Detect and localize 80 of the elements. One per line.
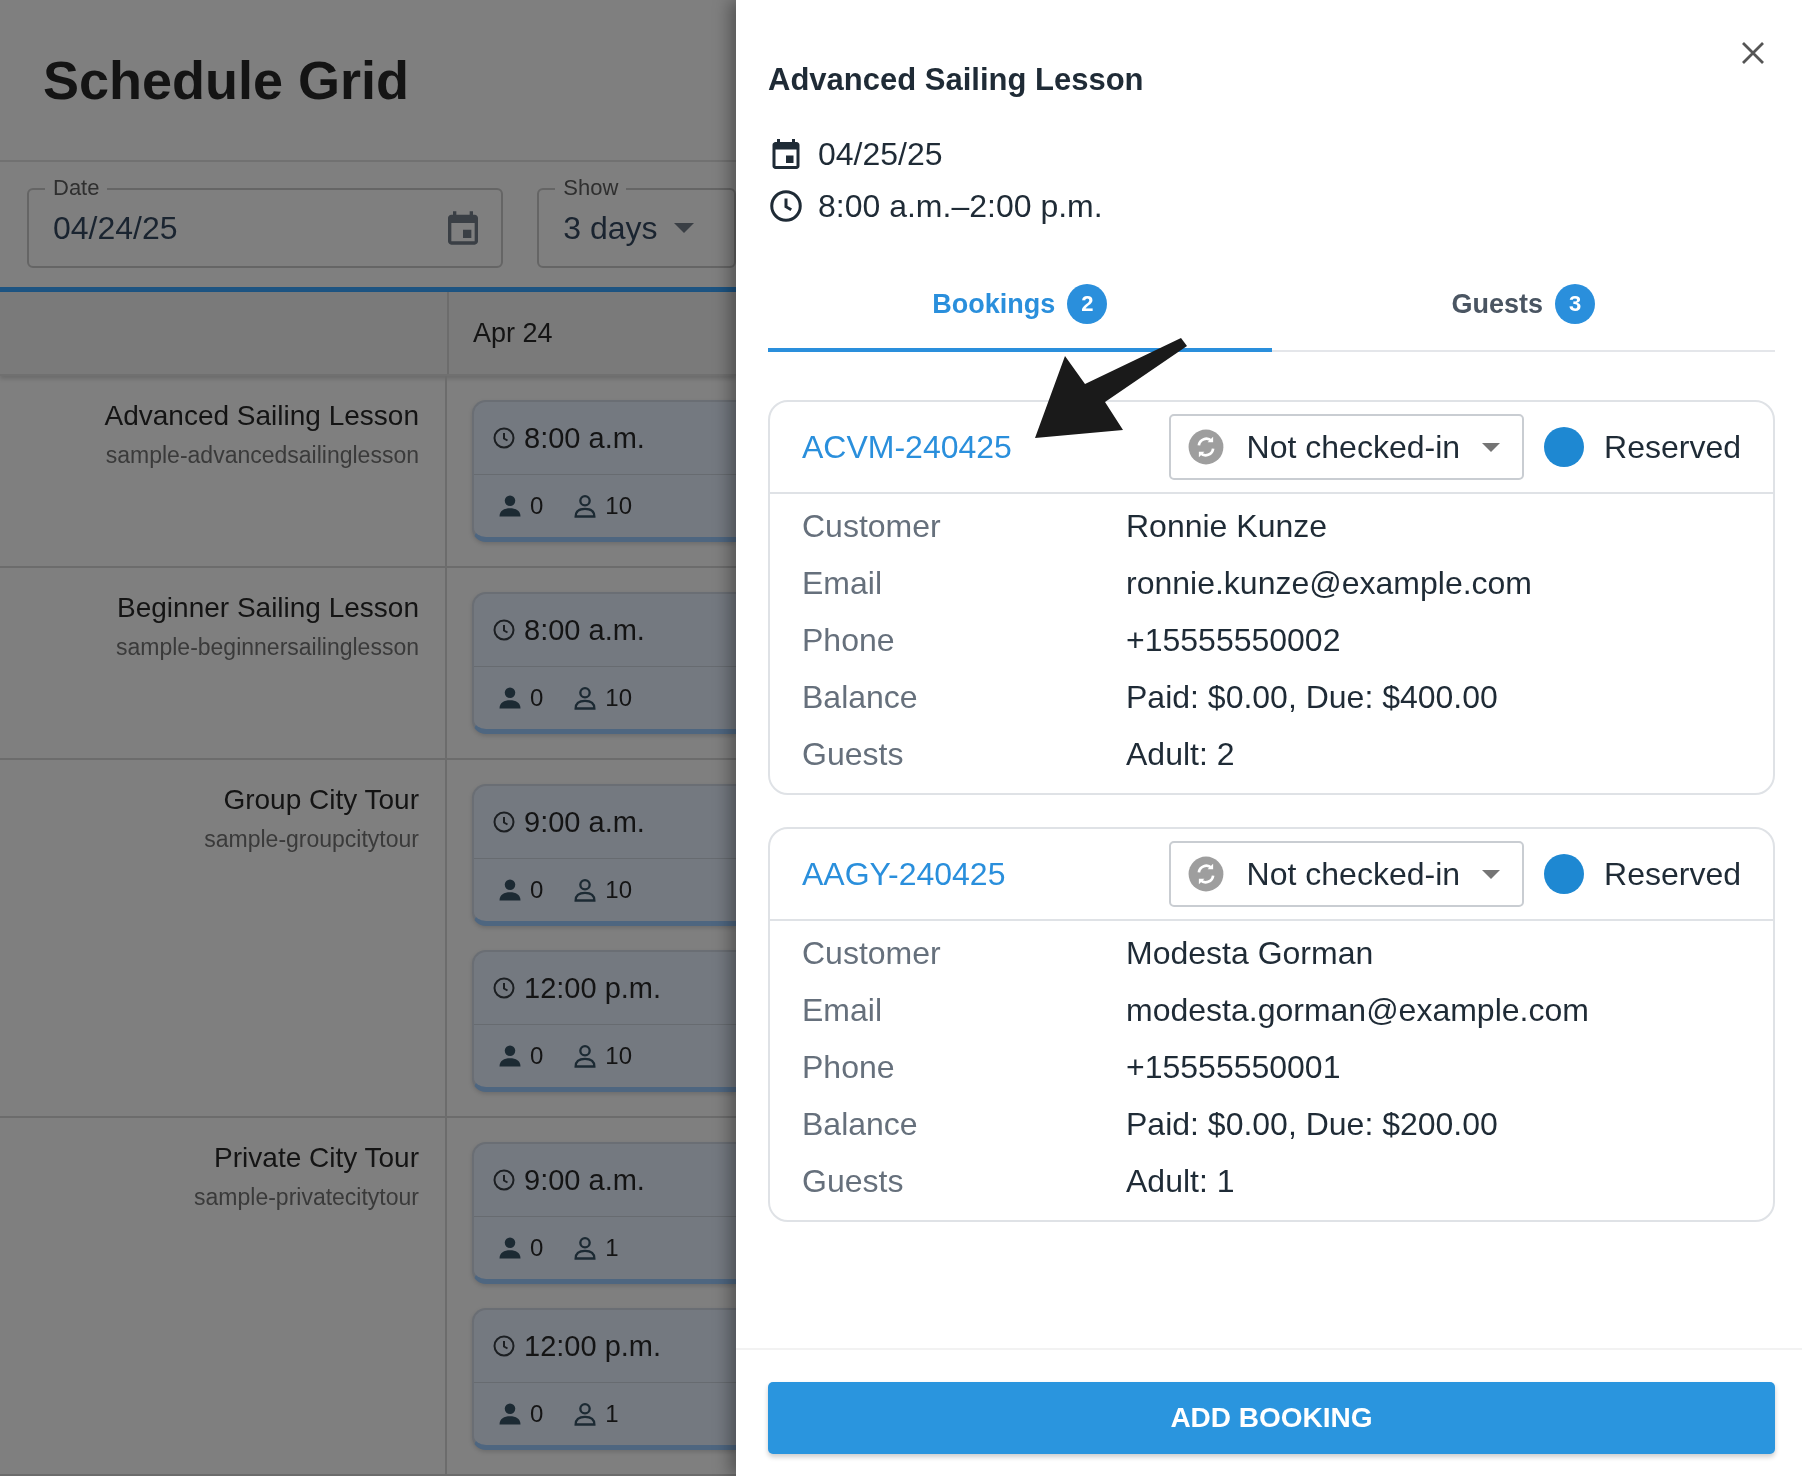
booked-count: 0: [530, 876, 544, 904]
booked-count: 0: [530, 684, 544, 712]
slot-card[interactable]: 12:00 p.m. 0 10: [472, 950, 736, 1092]
field-value: Adult: 1: [1126, 1163, 1236, 1200]
field-value: ronnie.kunze@example.com: [1126, 565, 1533, 602]
field-label: Customer: [802, 508, 942, 545]
field-label: Guests: [802, 736, 905, 773]
field-value: Paid: $0.00, Due: $400.00: [1126, 679, 1499, 716]
field-value: Ronnie Kunze: [1126, 508, 1329, 545]
clock-icon: [492, 426, 516, 450]
product-code: sample-beginnersailinglesson: [116, 634, 419, 661]
field-label: Phone: [802, 622, 896, 659]
booked-count: 0: [530, 1400, 544, 1428]
clock-icon: [768, 188, 804, 224]
booked-count: 0: [530, 1234, 544, 1262]
clock-icon: [492, 976, 516, 1000]
caret-icon: [673, 223, 694, 233]
field-value: +15555550002: [1126, 622, 1342, 659]
slot-time: 12:00 p.m.: [524, 971, 662, 1005]
capacity-count: 1: [605, 1234, 619, 1262]
tab[interactable]: Bookings 2: [768, 260, 1272, 352]
page-title: Schedule Grid: [43, 49, 410, 111]
caret-icon: [1482, 442, 1501, 452]
slot-card[interactable]: 12:00 p.m. 0 1: [472, 1308, 736, 1450]
field-label: Email: [802, 565, 883, 602]
booking-code-link[interactable]: ACVM-240425: [802, 428, 1169, 466]
field-value: Modesta Gorman: [1126, 935, 1375, 972]
field-value: +15555550001: [1126, 1049, 1342, 1086]
slot-time: 8:00 a.m.: [524, 421, 645, 455]
product-name: Beginner Sailing Lesson: [117, 592, 419, 624]
field-label: Balance: [802, 1106, 919, 1143]
product-code: sample-privatecitytour: [194, 1184, 419, 1211]
field-value: Paid: $0.00, Due: $200.00: [1126, 1106, 1499, 1143]
slot-time: 12:00 p.m.: [524, 1329, 662, 1363]
field-value: modesta.gorman@example.com: [1126, 992, 1590, 1029]
slot-card[interactable]: 8:00 a.m. 0 10: [472, 592, 736, 734]
slot-card[interactable]: 8:00 a.m. 0 10: [472, 400, 736, 542]
product-name: Private City Tour: [214, 1142, 419, 1174]
clock-icon: [492, 810, 516, 834]
tab[interactable]: Guests 3: [1271, 260, 1775, 352]
clock-icon: [492, 618, 516, 642]
check-in-select[interactable]: Not checked-in: [1168, 841, 1525, 907]
product-name: Advanced Sailing Lesson: [104, 400, 419, 432]
product-code: sample-groupcitytour: [204, 826, 419, 853]
drawer-title: Advanced Sailing Lesson: [768, 62, 1145, 98]
booked-count: 0: [530, 492, 544, 520]
event-time: 8:00 a.m.–2:00 p.m.: [818, 187, 1103, 225]
field-label: Balance: [802, 679, 919, 716]
column-header: Apr 24: [473, 317, 553, 349]
caret-icon: [1482, 869, 1501, 879]
capacity-count: 10: [605, 1042, 633, 1070]
capacity-count: 1: [605, 1400, 619, 1428]
field-label: Phone: [802, 1049, 896, 1086]
capacity-count: 10: [605, 876, 633, 904]
field-value: Adult: 2: [1126, 736, 1236, 773]
count-badge: 3: [1555, 284, 1595, 324]
slot-time: 9:00 a.m.: [524, 1163, 645, 1197]
capacity-count: 10: [605, 684, 633, 712]
count-badge: 2: [1067, 284, 1108, 324]
check-in-select[interactable]: Not checked-in: [1168, 414, 1525, 480]
capacity-count: 10: [605, 492, 633, 520]
clock-icon: [492, 1168, 516, 1192]
booking-status: Reserved: [1604, 855, 1741, 893]
field-label: Customer: [802, 935, 942, 972]
booking-code-link[interactable]: AAGY-240425: [802, 855, 1169, 893]
add-booking-button[interactable]: ADD BOOKING: [768, 1382, 1775, 1454]
slot-time: 8:00 a.m.: [524, 613, 645, 647]
event-date: 04/25/25: [818, 135, 943, 173]
booked-count: 0: [530, 1042, 544, 1070]
field-label: Guests: [802, 1163, 905, 1200]
clock-icon: [492, 1334, 516, 1358]
product-name: Group City Tour: [223, 784, 419, 816]
field-label: Email: [802, 992, 883, 1029]
booking-status: Reserved: [1604, 428, 1741, 466]
slot-card[interactable]: 9:00 a.m. 0 10: [472, 784, 736, 926]
slot-time: 9:00 a.m.: [524, 805, 645, 839]
slot-card[interactable]: 9:00 a.m. 0 1: [472, 1142, 736, 1284]
product-code: sample-advancedsailinglesson: [105, 442, 419, 469]
sync-icon: [1186, 428, 1225, 466]
sync-icon: [1186, 855, 1225, 893]
